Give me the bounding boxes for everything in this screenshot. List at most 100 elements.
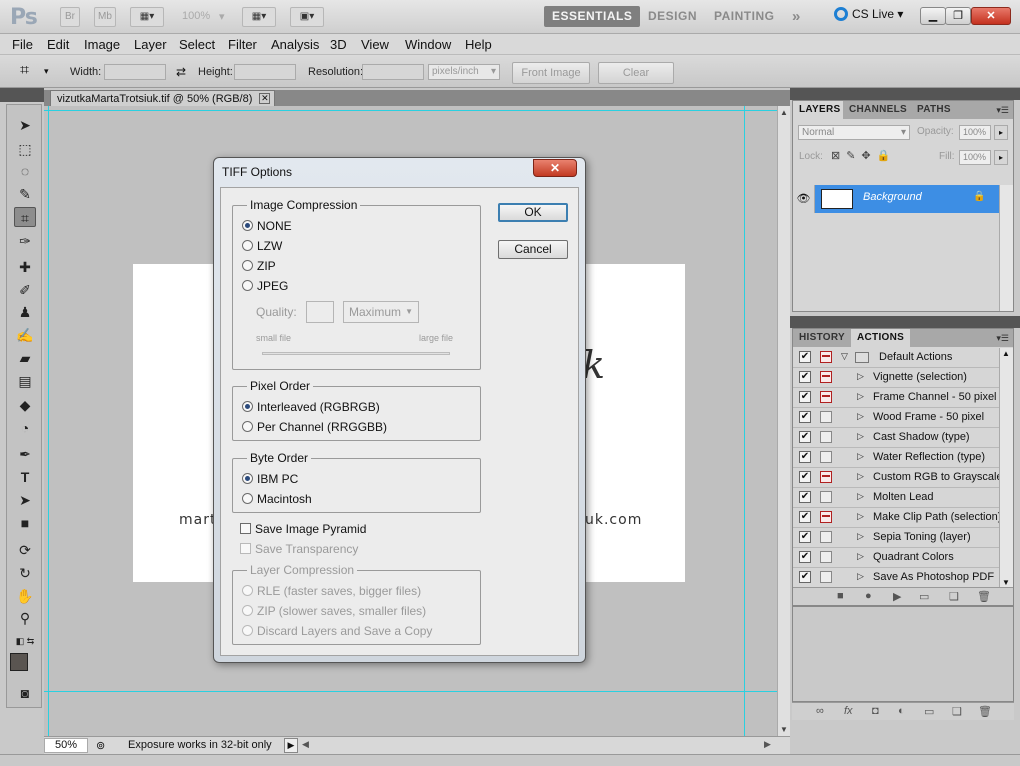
trash-icon[interactable]: 🗑 [977,590,991,603]
3d-rotate-tool-icon[interactable]: ⟳ [14,540,36,560]
brush-tool-icon[interactable]: ✐ [14,280,36,300]
action-row[interactable]: ✔ ▷ Molten Lead [793,488,999,508]
dialog-toggle-icon[interactable] [820,531,832,543]
play-icon[interactable]: ▶ [893,590,901,603]
radio-icon[interactable] [242,280,253,291]
radio-icon[interactable] [242,493,253,504]
collapsed-triangle-icon[interactable]: ▷ [857,431,864,442]
ibm-pc-option[interactable]: IBM PC [242,472,298,486]
scroll-down-icon[interactable]: ▼ [1002,578,1010,587]
quality-select[interactable]: Maximum ▼ [343,301,419,323]
scroll-left-icon[interactable]: ◀ [302,739,309,750]
status-menu-arrow-icon[interactable]: ▶ [284,738,298,753]
layer-mask-icon[interactable]: ◘ [872,705,879,717]
save-transparency-option[interactable]: Save Transparency [240,542,358,556]
close-icon[interactable]: ✕ [259,93,271,104]
blur-tool-icon[interactable]: ◆ [14,395,36,415]
clone-stamp-tool-icon[interactable]: ♟ [14,302,36,322]
screen-mode-icon[interactable]: ▣▾ [290,7,324,27]
hand-tool-icon[interactable]: ✋ [14,586,36,606]
radio-icon[interactable] [242,421,253,432]
minimize-button[interactable]: ▁ [920,7,946,25]
radio-icon[interactable] [242,605,253,616]
layer-zip-option[interactable]: ZIP (slower saves, smaller files) [242,604,426,618]
tools-panel-header[interactable] [0,88,44,102]
gradient-tool-icon[interactable]: ▤ [14,371,36,391]
path-selection-tool-icon[interactable]: ➤ [14,490,36,510]
action-row[interactable]: ✔ ▷ Sepia Toning (layer) [793,528,999,548]
menu-edit[interactable]: Edit [47,37,69,52]
restore-button[interactable]: ❐ [945,7,971,25]
panel-dock-header[interactable] [790,88,1020,100]
scroll-up-icon[interactable]: ▲ [780,108,788,117]
info-icon[interactable]: ⊚ [96,739,105,752]
layers-scrollbar[interactable] [999,185,1013,311]
clear-button[interactable]: Clear [598,62,674,84]
check-icon[interactable]: ✔ [799,411,811,423]
action-row[interactable]: ✔ ▷ Custom RGB to Grayscale [793,468,1003,488]
radio-selected-icon[interactable] [242,473,253,484]
collapsed-triangle-icon[interactable]: ▷ [857,451,864,462]
check-icon[interactable]: ✔ [799,351,811,363]
dialog-toggle-icon[interactable] [820,431,832,443]
action-row[interactable]: ✔ ▷ Water Reflection (type) [793,448,999,468]
check-icon[interactable]: ✔ [799,391,811,403]
radio-icon[interactable] [242,260,253,271]
check-icon[interactable]: ✔ [799,491,811,503]
opacity-slider-icon[interactable]: ▸ [994,125,1008,140]
dialog-close-button[interactable]: ✕ [533,159,577,177]
check-icon[interactable]: ✔ [799,471,811,483]
dialog-toggle-icon[interactable] [820,471,832,483]
move-tool-icon[interactable]: ➤ [14,115,36,135]
new-set-icon[interactable]: ▭ [919,590,929,603]
front-image-button[interactable]: Front Image [512,62,590,84]
quick-mask-icon[interactable]: ◙ [14,683,36,703]
action-row[interactable]: ✔ ▷ Wood Frame - 50 pixel [793,408,999,428]
menu-file[interactable]: File [12,37,33,52]
scroll-down-icon[interactable]: ▼ [780,725,788,734]
menu-view[interactable]: View [361,37,389,52]
rle-option[interactable]: RLE (faster saves, bigger files) [242,584,421,598]
dialog-toggle-icon[interactable] [820,351,832,363]
workspace-essentials[interactable]: ESSENTIALS [544,6,641,27]
cs-live-menu[interactable]: CS Live ▾ [834,7,903,21]
zoom-tool-icon[interactable]: ⚲ [14,608,36,628]
compression-lzw-option[interactable]: LZW [242,239,282,253]
fill-slider-icon[interactable]: ▸ [994,150,1008,165]
scroll-right-icon[interactable]: ▶ [764,739,771,750]
zoom-dropdown-icon[interactable]: ▾ [219,10,225,23]
fill-input[interactable]: 100% [959,150,991,165]
resolution-input[interactable] [362,64,424,80]
scroll-up-icon[interactable]: ▲ [1002,349,1010,358]
workspace-painting[interactable]: PAINTING [706,6,782,27]
workspace-design[interactable]: DESIGN [640,6,705,27]
menu-layer[interactable]: Layer [134,37,167,52]
menu-3d[interactable]: 3D [330,37,347,52]
cancel-button[interactable]: Cancel [498,240,568,259]
menu-window[interactable]: Window [405,37,451,52]
healing-brush-tool-icon[interactable]: ✚ [14,257,36,277]
compression-zip-option[interactable]: ZIP [242,259,276,273]
collapsed-triangle-icon[interactable]: ▷ [857,511,864,522]
adjustment-layer-icon[interactable]: ◐ [898,705,905,717]
swap-dimensions-icon[interactable]: ⇄ [176,65,186,79]
dodge-tool-icon[interactable]: ◔ [14,418,36,438]
mini-bridge-button[interactable]: Mb [94,7,116,27]
compression-none-option[interactable]: NONE [242,219,292,233]
lasso-tool-icon[interactable]: ◌ [14,161,36,181]
delete-layer-icon[interactable]: 🗑 [978,705,992,718]
arrange-documents-icon[interactable]: ▦▾ [242,7,276,27]
3d-orbit-tool-icon[interactable]: ↻ [14,563,36,583]
opacity-input[interactable]: 100% [959,125,991,140]
preset-dropdown-icon[interactable]: ▾ [44,66,49,77]
actions-scrollbar[interactable]: ▲ ▼ [999,348,1013,588]
width-input[interactable] [104,64,166,80]
radio-icon[interactable] [242,585,253,596]
foreground-color-swatch[interactable] [10,653,28,671]
check-icon[interactable]: ✔ [799,551,811,563]
dialog-toggle-icon[interactable] [820,411,832,423]
menu-filter[interactable]: Filter [228,37,257,52]
check-icon[interactable]: ✔ [799,531,811,543]
check-icon[interactable]: ✔ [799,451,811,463]
collapsed-triangle-icon[interactable]: ▷ [857,411,864,422]
